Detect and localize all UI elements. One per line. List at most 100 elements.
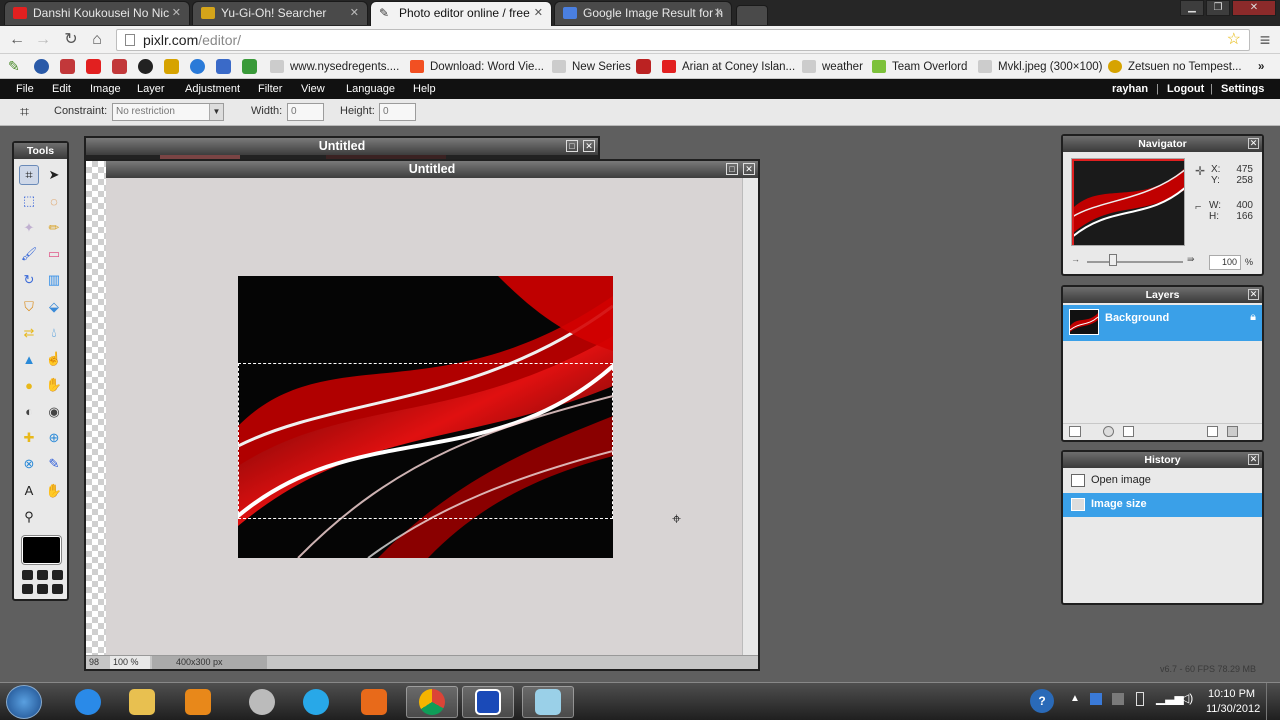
help-icon[interactable]: ? <box>1030 689 1054 713</box>
close-icon[interactable]: ✕ <box>534 2 543 24</box>
zoom-value[interactable]: 100 % <box>110 656 150 669</box>
burn-icon[interactable]: ✋ <box>44 375 64 395</box>
brush-icon[interactable]: 🖌︎ <box>19 244 39 264</box>
bookmark-icon[interactable] <box>636 59 651 74</box>
bookmark-item[interactable]: New Series <box>552 58 631 76</box>
minimize-icon[interactable]: ▁ <box>1180 0 1204 16</box>
bookmark-star-icon[interactable]: ☆ <box>1227 30 1241 50</box>
drop-icon[interactable]: 💧︎ <box>44 323 64 343</box>
pencil-bookmark-icon[interactable]: ✎ <box>8 59 23 74</box>
chrome-menu-icon[interactable]: ≡ <box>1254 29 1276 51</box>
back-icon[interactable]: ← <box>6 29 28 51</box>
settings-link[interactable]: Settings <box>1221 79 1264 99</box>
taskbar-capture[interactable] <box>462 686 514 718</box>
zoom-slider[interactable] <box>1087 261 1183 263</box>
bookmark-icon[interactable] <box>242 59 257 74</box>
close-icon[interactable]: ✕ <box>172 2 181 24</box>
move-icon[interactable]: ➤ <box>44 165 64 185</box>
menu-filter[interactable]: Filter <box>258 79 282 99</box>
tray-icon[interactable] <box>1112 693 1124 705</box>
menu-edit[interactable]: Edit <box>52 79 71 99</box>
layer-folder-icon[interactable] <box>1123 426 1134 437</box>
browser-tab[interactable]: Google Image Result for h ✕ <box>554 1 732 25</box>
layer-mask-icon[interactable] <box>1103 426 1114 437</box>
bloat-icon[interactable]: ⊕ <box>44 428 64 448</box>
zoom-icon[interactable]: ⚲ <box>19 507 39 527</box>
menu-view[interactable]: View <box>301 79 325 99</box>
close-icon[interactable]: ✕ <box>1248 289 1259 300</box>
vertical-scrollbar[interactable] <box>742 178 758 655</box>
primary-color-swatch[interactable] <box>22 536 61 564</box>
swatch-options[interactable] <box>20 568 64 596</box>
navigator-thumbnail[interactable] <box>1071 158 1185 246</box>
new-layer-icon[interactable] <box>1207 426 1218 437</box>
menu-language[interactable]: Language <box>346 79 395 99</box>
bookmark-item[interactable]: www.nysedregents.... <box>270 58 399 76</box>
restore-icon[interactable]: ❐ <box>1206 0 1230 16</box>
taskbar-hp[interactable] <box>236 686 288 718</box>
menu-layer[interactable]: Layer <box>137 79 165 99</box>
pinch-icon[interactable]: ⊗ <box>19 454 39 474</box>
browser-tab[interactable]: Danshi Koukousei No Nic ✕ <box>4 1 190 25</box>
layer-settings-icon[interactable] <box>1069 426 1081 437</box>
taskbar-app[interactable] <box>348 686 400 718</box>
width-field[interactable]: 0 <box>287 103 324 121</box>
close-icon[interactable]: ✕ <box>1248 138 1259 149</box>
browser-tab[interactable]: Yu-Gi-Oh! Searcher ✕ <box>192 1 368 25</box>
bookmark-icon[interactable] <box>190 59 205 74</box>
show-desktop-button[interactable] <box>1266 683 1280 720</box>
start-button[interactable] <box>6 685 42 719</box>
bookmark-icon[interactable] <box>216 59 231 74</box>
bookmark-icon[interactable] <box>60 59 75 74</box>
battery-icon[interactable] <box>1136 692 1144 706</box>
taskbar-app[interactable] <box>290 686 342 718</box>
bookmark-icon[interactable] <box>164 59 179 74</box>
bookmark-icon[interactable] <box>112 59 127 74</box>
volume-icon[interactable]: ◁) <box>1180 691 1193 705</box>
smudge-icon[interactable]: ☝ <box>44 349 64 369</box>
zoom-input[interactable]: 100 <box>1209 255 1241 270</box>
spot-heal-icon[interactable]: ✚ <box>19 428 39 448</box>
crop-icon[interactable]: ⌗ <box>19 165 39 185</box>
taskbar-app[interactable] <box>522 686 574 718</box>
maximize-icon[interactable]: □ <box>566 140 578 152</box>
bookmark-item[interactable]: Zetsuen no Tempest... <box>1108 58 1242 76</box>
lock-icon[interactable]: 🔒︎ <box>1250 311 1256 324</box>
hand-icon[interactable]: ✋ <box>44 481 64 501</box>
maximize-icon[interactable]: □ <box>726 163 738 175</box>
taskbar-ie[interactable] <box>62 686 114 718</box>
selection-marquee[interactable] <box>238 363 613 519</box>
tray-expand-icon[interactable]: ▲ <box>1070 693 1080 704</box>
history-item[interactable]: Open image <box>1063 470 1262 492</box>
address-bar[interactable]: pixlr.com/editor/ ☆ <box>116 29 1250 51</box>
history-item-selected[interactable]: Image size <box>1063 493 1262 517</box>
color-replace-icon[interactable]: ⇄ <box>19 323 39 343</box>
taskbar-media[interactable] <box>172 686 224 718</box>
clock-date[interactable]: 11/30/2012 <box>1206 703 1260 715</box>
marquee-icon[interactable]: ⬚ <box>19 191 39 211</box>
bookmark-item[interactable]: Download: Word Vie... <box>410 58 544 76</box>
gradient-icon[interactable]: ▥ <box>44 270 64 290</box>
forward-icon[interactable]: → <box>32 29 54 51</box>
lasso-icon[interactable]: ◌ <box>44 191 64 211</box>
zoom-slider-thumb[interactable] <box>1109 254 1117 266</box>
eraser-icon[interactable]: ▭ <box>44 244 64 264</box>
close-icon[interactable]: ✕ <box>714 2 723 24</box>
close-icon[interactable]: ✕ <box>1248 454 1259 465</box>
zoom-in-icon[interactable]: ⇛ <box>1187 254 1195 265</box>
menu-image[interactable]: Image <box>90 79 121 99</box>
wand-icon[interactable]: ✦ <box>19 218 39 238</box>
height-field[interactable]: 0 <box>379 103 416 121</box>
bookmark-icon[interactable] <box>34 59 49 74</box>
new-tab-button[interactable] <box>736 5 768 25</box>
menu-adjustment[interactable]: Adjustment <box>185 79 240 99</box>
bookmark-item[interactable]: weather <box>802 58 863 76</box>
paint-bucket-icon[interactable]: ⬙ <box>44 297 64 317</box>
bookmark-item[interactable]: Arian at Coney Islan... <box>662 58 795 76</box>
close-icon[interactable]: ✕ <box>350 2 359 24</box>
zoom-out-icon[interactable]: → <box>1071 254 1080 264</box>
trash-icon[interactable] <box>1227 426 1238 437</box>
menu-file[interactable]: File <box>16 79 34 99</box>
red-eye-icon[interactable]: ◉ <box>44 402 64 422</box>
bookmark-icon[interactable] <box>138 59 153 74</box>
